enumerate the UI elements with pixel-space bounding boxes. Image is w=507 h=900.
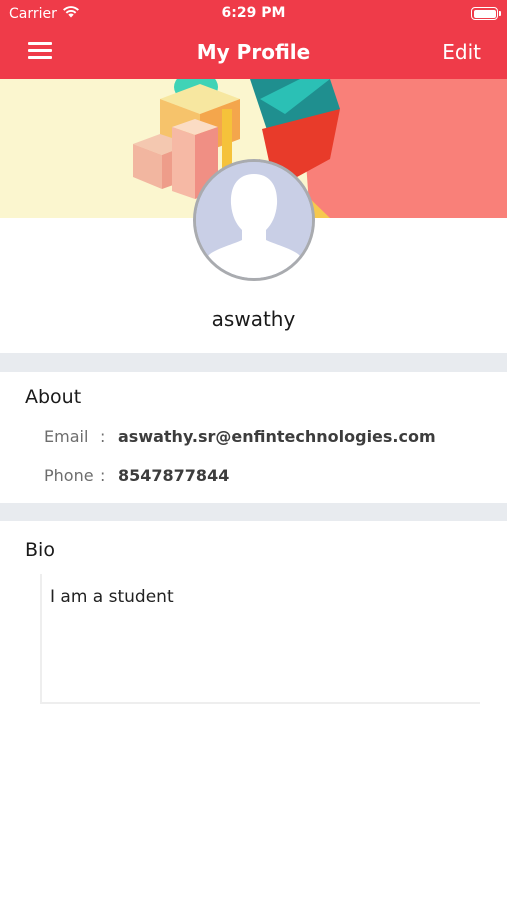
- top-bar: Carrier 6:29 PM My Profile Edit: [0, 0, 507, 79]
- page-title: My Profile: [196, 40, 311, 64]
- default-avatar-icon: [196, 162, 312, 278]
- battery-icon: [471, 7, 501, 20]
- bio-text: I am a student: [50, 587, 174, 607]
- profile-username: aswathy: [211, 307, 296, 331]
- edit-button[interactable]: Edit: [442, 40, 481, 64]
- phone-separator: :: [100, 466, 106, 485]
- status-bar: Carrier 6:29 PM: [0, 0, 507, 28]
- email-row: Email : aswathy.sr@enfintechnologies.com: [44, 427, 436, 446]
- status-time: 6:29 PM: [221, 5, 286, 21]
- section-divider: [0, 353, 507, 372]
- email-label: Email: [44, 427, 89, 446]
- bio-section-title: Bio: [25, 539, 55, 561]
- email-value: aswathy.sr@enfintechnologies.com: [118, 427, 436, 446]
- phone-label: Phone: [44, 466, 94, 485]
- avatar[interactable]: [193, 159, 315, 281]
- phone-value: 8547877844: [118, 466, 230, 485]
- phone-row: Phone : 8547877844: [44, 466, 229, 485]
- section-divider: [0, 503, 507, 521]
- email-separator: :: [100, 427, 106, 446]
- about-section-title: About: [25, 386, 82, 408]
- navigation-bar: My Profile Edit: [0, 28, 507, 79]
